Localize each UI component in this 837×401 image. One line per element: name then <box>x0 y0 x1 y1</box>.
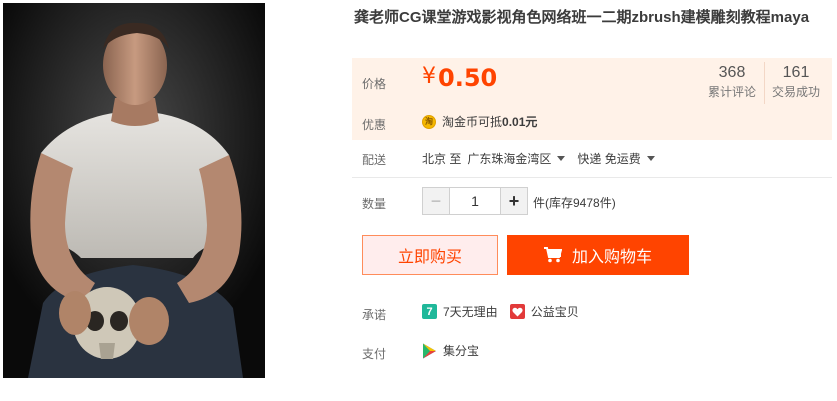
price: ¥0.50 <box>422 64 497 92</box>
stock-text: 件(库存9478件) <box>533 196 616 210</box>
promotion-label: 优惠 <box>362 118 387 132</box>
jifenbao-play-icon <box>422 343 437 359</box>
promise-item-return[interactable]: 7 7天无理由 <box>422 303 498 320</box>
promise: 7 7天无理由 公益宝贝 <box>422 303 591 320</box>
delivery-from: 北京 至 <box>422 152 462 166</box>
price-panel: 价格 ¥0.50 368 累计评论 161 交易成功 优惠 淘 淘金币可抵 0.0… <box>352 58 832 140</box>
stat-reviews[interactable]: 368 累计评论 <box>700 62 764 104</box>
payment: 集分宝 <box>422 342 479 359</box>
promise-charity-text: 公益宝贝 <box>530 305 579 319</box>
stat-transactions-label: 交易成功 <box>771 85 820 99</box>
promotion-text: 淘金币可抵 <box>442 115 503 129</box>
divider <box>352 177 832 178</box>
quantity-input[interactable] <box>450 188 500 214</box>
delivery-method-select[interactable]: 快递 免运费 <box>577 150 640 167</box>
promise-item-charity[interactable]: 公益宝贝 <box>509 303 579 320</box>
stat-transactions-count: 161 <box>782 64 810 81</box>
delivery-destination-select[interactable]: 广东珠海金湾区 <box>467 150 551 167</box>
add-to-cart-button[interactable]: 加入购物车 <box>507 235 689 275</box>
payment-text: 集分宝 <box>443 344 480 358</box>
chevron-down-icon[interactable] <box>557 156 566 161</box>
increase-quantity-button[interactable]: + <box>500 188 527 214</box>
price-amount: 0.50 <box>438 64 498 92</box>
payment-label: 支付 <box>362 347 387 361</box>
promotion: 淘 淘金币可抵 0.01元 <box>422 113 537 130</box>
buy-now-label: 立即购买 <box>397 249 462 266</box>
buy-now-button[interactable]: 立即购买 <box>362 235 498 275</box>
delivery-label: 配送 <box>362 153 387 167</box>
quantity-label: 数量 <box>362 197 387 211</box>
seven-day-return-icon: 7 <box>422 304 437 319</box>
stat-reviews-count: 368 <box>718 64 746 81</box>
stats: 368 累计评论 161 交易成功 <box>700 62 827 104</box>
taojinbi-coin-icon: 淘 <box>422 114 436 129</box>
promise-label: 承诺 <box>362 308 387 322</box>
stat-reviews-label: 累计评论 <box>707 85 756 99</box>
shopping-cart-icon <box>543 247 562 263</box>
price-currency: ¥ <box>422 64 436 89</box>
add-to-cart-label: 加入购物车 <box>571 249 652 266</box>
chevron-down-icon[interactable] <box>646 156 655 161</box>
decrease-quantity-button[interactable]: − <box>423 188 450 214</box>
product-title: 龚老师CG课堂游戏影视角色网络班一二期zbrush建模雕刻教程maya <box>354 9 810 26</box>
product-image[interactable] <box>3 3 265 378</box>
quantity-stepper: − + <box>422 187 528 215</box>
stat-transactions[interactable]: 161 交易成功 <box>764 62 827 104</box>
price-label: 价格 <box>362 77 387 91</box>
product-photo-man-with-skull-icon <box>3 3 265 378</box>
delivery: 北京 至 广东珠海金湾区 快递 免运费 <box>422 150 667 167</box>
promotion-amount: 0.01元 <box>502 115 538 129</box>
charity-heart-icon <box>509 304 525 319</box>
promise-return-text: 7天无理由 <box>443 305 498 319</box>
